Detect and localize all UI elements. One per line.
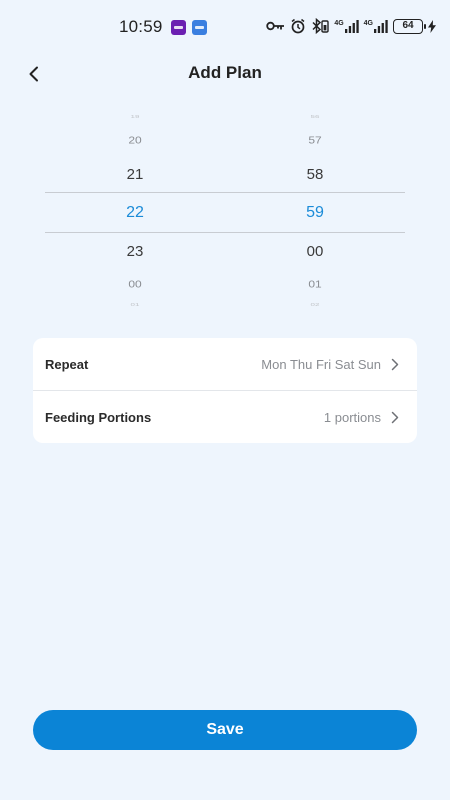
charging-icon: [428, 19, 436, 33]
minute-option[interactable]: 58: [275, 166, 355, 183]
selected-hour[interactable]: 22: [95, 204, 175, 222]
hour-wheel[interactable]: 19 20 21 22 23 00 01: [95, 112, 175, 312]
feeding-portions-value-group: 1 portions: [324, 410, 399, 425]
feeding-portions-row[interactable]: Feeding Portions 1 portions: [33, 391, 417, 443]
key-icon: [266, 21, 285, 31]
minute-option[interactable]: 56: [275, 114, 355, 119]
repeat-row[interactable]: Repeat Mon Thu Fri Sat Sun: [33, 338, 417, 390]
minute-wheel[interactable]: 56 57 58 59 00 01 02: [275, 112, 355, 312]
chevron-right-icon: [391, 411, 399, 423]
hour-option[interactable]: 21: [95, 166, 175, 183]
minute-option[interactable]: 02: [275, 302, 355, 307]
signal-4g-2: 4G: [363, 19, 388, 33]
repeat-value-group: Mon Thu Fri Sat Sun: [261, 357, 399, 372]
hour-option[interactable]: 00: [95, 278, 175, 290]
purple-app-icon: [171, 20, 186, 35]
network-label: 4G: [334, 19, 344, 27]
blue-app-icon: [192, 20, 207, 35]
minute-option[interactable]: 57: [275, 134, 355, 146]
signal-icon: [374, 19, 388, 33]
bluetooth-icon: [312, 18, 330, 34]
time-picker[interactable]: 19 20 21 22 23 00 01 56 57 58 59 00 01 0…: [45, 112, 405, 312]
hour-option[interactable]: 01: [95, 302, 175, 307]
signal-icon: [344, 19, 359, 33]
battery-icon: 64: [393, 18, 426, 34]
status-bar: 10:59 4G 4G 64: [0, 0, 450, 52]
minute-option[interactable]: 00: [275, 243, 355, 260]
signal-4g-1: 4G: [334, 19, 359, 33]
repeat-value: Mon Thu Fri Sat Sun: [261, 356, 381, 372]
status-time: 10:59: [119, 17, 163, 36]
minute-option[interactable]: 01: [275, 278, 355, 290]
page-title: Add Plan: [188, 63, 262, 82]
chevron-right-icon: [391, 358, 399, 370]
repeat-label: Repeat: [45, 356, 89, 372]
feeding-portions-label: Feeding Portions: [45, 409, 152, 425]
plan-settings-card: Repeat Mon Thu Fri Sat Sun Feeding Porti…: [33, 338, 417, 443]
status-icons: 4G 4G 64: [266, 17, 436, 35]
feeding-portions-value: 1 portions: [323, 409, 381, 425]
network-label: 4G: [363, 19, 373, 27]
header: Add Plan: [0, 52, 450, 96]
hour-option[interactable]: 20: [95, 134, 175, 146]
hour-option[interactable]: 19: [95, 114, 175, 119]
selected-minute[interactable]: 59: [275, 204, 355, 222]
alarm-icon: [291, 18, 305, 34]
hour-option[interactable]: 23: [95, 243, 175, 260]
save-button[interactable]: Save: [33, 710, 417, 750]
battery-level: 64: [402, 19, 414, 31]
